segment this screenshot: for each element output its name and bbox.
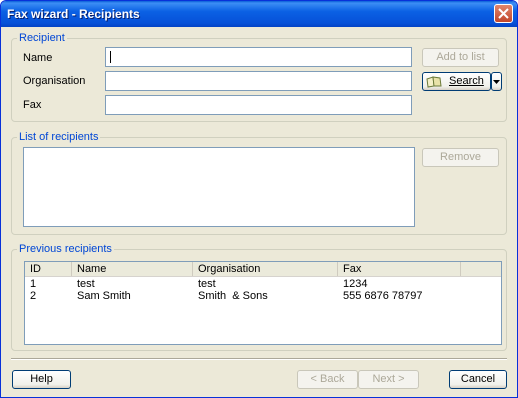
cell-id: 1 — [30, 278, 37, 290]
title-bar[interactable]: Fax wizard - Recipients — [1, 1, 517, 27]
search-options-dropdown[interactable] — [491, 72, 502, 91]
back-button[interactable]: < Back — [297, 370, 358, 389]
fax-wizard-window: Fax wizard - Recipients Recipient Name A… — [0, 0, 518, 398]
cancel-button[interactable]: Cancel — [449, 370, 507, 389]
window-title: Fax wizard - Recipients — [7, 7, 140, 21]
search-button[interactable]: Search — [422, 72, 491, 91]
chevron-down-icon — [493, 80, 500, 84]
column-header-organisation[interactable]: Organisation — [193, 262, 338, 276]
column-header-name[interactable]: Name — [72, 262, 193, 276]
table-header: ID Name Organisation Fax — [25, 262, 501, 277]
next-button[interactable]: Next > — [358, 370, 419, 389]
remove-button[interactable]: Remove — [422, 148, 499, 167]
table-row[interactable]: 1 test test 1234 — [25, 278, 501, 290]
cell-fax: 555 6876 78797 — [343, 290, 423, 302]
name-label: Name — [23, 52, 53, 64]
organisation-label: Organisation — [23, 75, 86, 87]
name-field[interactable] — [105, 47, 412, 67]
fax-field[interactable] — [105, 95, 412, 115]
cell-id: 2 — [30, 290, 37, 302]
book-icon — [426, 76, 442, 88]
previous-recipients-table[interactable]: ID Name Organisation Fax 1 test test 123… — [24, 261, 502, 345]
close-icon — [498, 8, 509, 19]
table-row[interactable]: 2 Sam Smith Smith & Sons 555 6876 78797 — [25, 290, 501, 302]
fax-label: Fax — [23, 99, 42, 111]
cell-organisation: Smith & Sons — [198, 290, 268, 302]
recipient-legend: Recipient — [17, 32, 67, 44]
footer-divider — [11, 358, 507, 360]
add-to-list-button[interactable]: Add to list — [422, 48, 499, 67]
cell-name: Sam Smith — [77, 290, 131, 302]
text-caret — [110, 51, 111, 63]
recipients-listbox[interactable] — [23, 147, 415, 227]
organisation-field[interactable] — [105, 71, 412, 91]
list-of-recipients-legend: List of recipients — [17, 131, 101, 143]
help-button[interactable]: Help — [12, 370, 71, 389]
search-button-label: Search — [449, 75, 484, 87]
column-header-fax[interactable]: Fax — [338, 262, 461, 276]
cell-fax: 1234 — [343, 278, 368, 290]
close-button[interactable] — [494, 4, 513, 23]
column-header-id[interactable]: ID — [25, 262, 72, 276]
previous-recipients-legend: Previous recipients — [17, 243, 114, 255]
cell-name: test — [77, 278, 95, 290]
cell-organisation: test — [198, 278, 216, 290]
